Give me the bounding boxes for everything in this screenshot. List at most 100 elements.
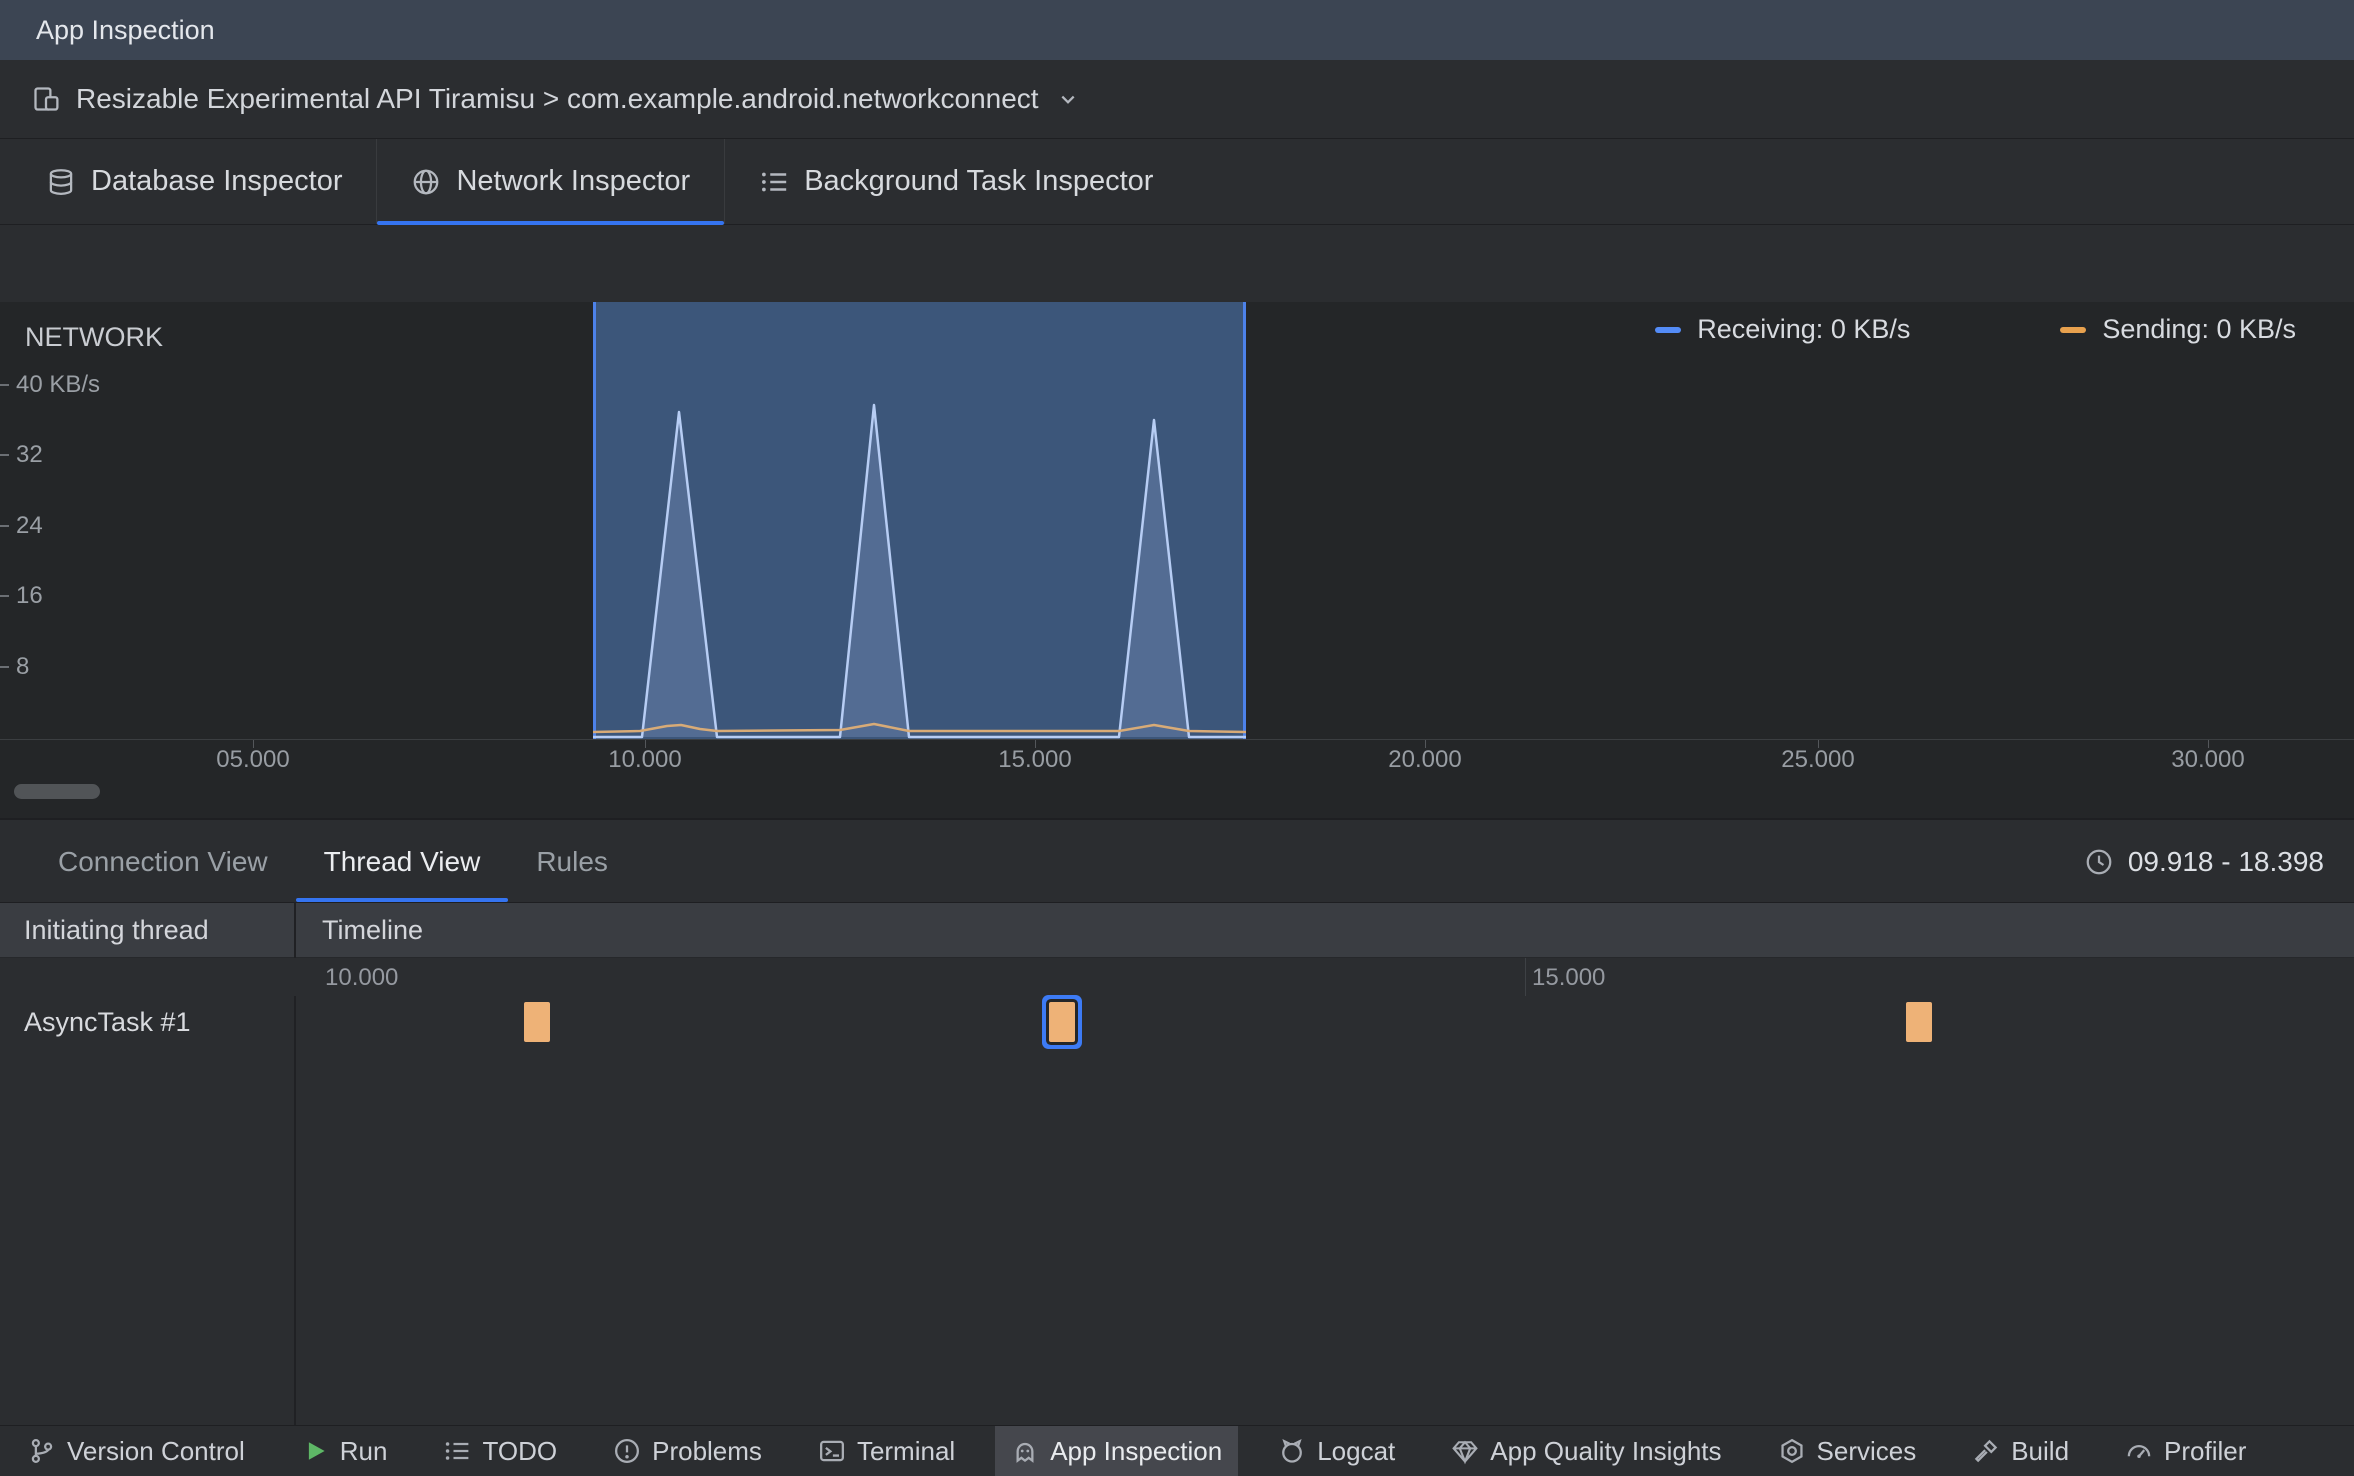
tab-rules[interactable]: Rules <box>508 822 636 902</box>
thread-row-asynctask-1: AsyncTask #1 <box>0 996 2354 1048</box>
inspector-tab-bar: Database Inspector Network Inspector Bac… <box>0 139 2354 225</box>
tool-window-bar: Version Control Run TODO Problems Termin… <box>0 1425 2354 1476</box>
tool-window-button-terminal[interactable]: Terminal <box>802 1426 971 1476</box>
tool-window-label: Build <box>2011 1435 2070 1466</box>
y-tick <box>0 454 9 456</box>
tool-window-button-problems[interactable]: Problems <box>597 1426 778 1476</box>
tab-label: Database Inspector <box>91 165 343 197</box>
tab-label: Thread View <box>323 846 481 877</box>
branch-icon <box>28 1437 56 1465</box>
logcat-icon <box>1278 1437 1306 1465</box>
tool-window-button-todo[interactable]: TODO <box>427 1426 573 1476</box>
panel-title-label: App Inspection <box>36 14 215 45</box>
network-usage-chart: NETWORK Receiving: 0 KB/s Sending: 0 KB/… <box>0 302 2354 820</box>
panel-title: App Inspection <box>0 0 2354 60</box>
timeline-ruler: 10.000 15.000 <box>0 958 2354 996</box>
ruler-tick-label: 15.000 <box>1532 964 1606 991</box>
tool-window-label: Version Control <box>67 1435 245 1466</box>
tool-window-button-version-control[interactable]: Version Control <box>12 1426 261 1476</box>
y-tick <box>0 525 9 527</box>
tab-database-inspector[interactable]: Database Inspector <box>12 139 376 224</box>
app-inspection-window: App Inspection Resizable Experimental AP… <box>0 0 2354 1476</box>
legend-receiving: Receiving: 0 KB/s <box>1655 314 1910 345</box>
y-tick <box>0 666 9 668</box>
ruler-tick-label: 10.000 <box>325 964 399 991</box>
tab-background-task-inspector[interactable]: Background Task Inspector <box>724 139 1187 224</box>
tool-window-button-app-inspection[interactable]: App Inspection <box>995 1426 1239 1476</box>
globe-icon <box>411 167 441 197</box>
process-selector-label: Resizable Experimental API Tiramisu > co… <box>76 83 1039 114</box>
tab-label: Network Inspector <box>456 165 691 197</box>
x-tick-label: 15.000 <box>998 746 1072 773</box>
tab-label: Connection View <box>58 846 268 877</box>
y-tick-label: 8 <box>16 653 30 680</box>
clock-icon <box>2084 847 2114 877</box>
tool-window-label: App Quality Insights <box>1490 1435 1722 1466</box>
network-request-event[interactable] <box>1906 1002 1932 1042</box>
network-request-event-selected[interactable] <box>1049 1002 1075 1042</box>
terminal-icon <box>818 1437 846 1465</box>
tab-thread-view[interactable]: Thread View <box>295 822 509 902</box>
tool-window-button-app-quality-insights[interactable]: App Quality Insights <box>1435 1426 1737 1476</box>
chart-horizontal-scrollbar[interactable] <box>14 784 100 799</box>
y-tick-label: 24 <box>16 512 43 539</box>
tool-window-button-logcat[interactable]: Logcat <box>1262 1426 1411 1476</box>
x-tick-label: 25.000 <box>1781 746 1855 773</box>
selected-time-range: 09.918 - 18.398 <box>2084 822 2324 902</box>
y-tick <box>0 384 9 386</box>
run-icon <box>301 1437 329 1465</box>
x-tick-label: 05.000 <box>216 746 290 773</box>
x-tick-label: 30.000 <box>2171 746 2245 773</box>
tool-window-label: Run <box>339 1435 388 1466</box>
database-icon <box>46 167 76 197</box>
column-timeline: Timeline <box>322 914 424 945</box>
tool-window-label: App Inspection <box>1050 1435 1223 1466</box>
services-icon <box>1778 1437 1806 1465</box>
thread-name: AsyncTask #1 <box>24 1007 191 1037</box>
todo-icon <box>443 1437 471 1465</box>
gem-icon <box>1451 1437 1479 1465</box>
process-selector[interactable]: Resizable Experimental API Tiramisu > co… <box>0 60 2354 139</box>
thread-table-header: Initiating thread Timeline <box>0 902 2354 958</box>
x-axis-line <box>0 739 2354 740</box>
build-icon <box>1972 1437 2000 1465</box>
x-tick-label: 20.000 <box>1388 746 1462 773</box>
toolbar-strip <box>0 226 2354 302</box>
sending-swatch-icon <box>2060 326 2087 333</box>
profiler-icon <box>2125 1437 2153 1465</box>
chart-title: NETWORK <box>25 322 163 352</box>
chart-legend: Receiving: 0 KB/s Sending: 0 KB/s <box>1655 314 2296 345</box>
tool-window-button-profiler[interactable]: Profiler <box>2109 1426 2262 1476</box>
tool-window-button-run[interactable]: Run <box>285 1426 404 1476</box>
legend-sending-label: Sending: 0 KB/s <box>2102 314 2296 344</box>
tab-network-inspector[interactable]: Network Inspector <box>376 139 724 225</box>
tool-window-label: TODO <box>482 1435 558 1466</box>
tool-window-label: Profiler <box>2164 1435 2247 1466</box>
network-request-event[interactable] <box>524 1002 550 1042</box>
chevron-down-icon[interactable] <box>1055 86 1081 112</box>
tool-window-label: Services <box>1816 1435 1917 1466</box>
legend-sending: Sending: 0 KB/s <box>2060 314 2296 345</box>
tab-label: Background Task Inspector <box>804 165 1154 197</box>
y-tick <box>0 595 9 597</box>
device-icon <box>32 85 60 113</box>
x-tick-label: 10.000 <box>608 746 682 773</box>
tool-window-label: Terminal <box>856 1435 956 1466</box>
app-inspection-icon <box>1011 1437 1039 1465</box>
tab-connection-view[interactable]: Connection View <box>30 822 296 902</box>
tool-window-label: Logcat <box>1317 1435 1396 1466</box>
legend-receiving-label: Receiving: 0 KB/s <box>1697 314 1911 344</box>
checklist-icon <box>759 167 789 197</box>
y-tick-label: 16 <box>16 582 43 609</box>
network-traffic-series <box>592 403 1247 739</box>
y-tick-label: 32 <box>16 441 43 468</box>
tool-window-button-services[interactable]: Services <box>1762 1426 1933 1476</box>
problems-icon <box>613 1437 641 1465</box>
detail-tab-bar: Connection View Thread View Rules 09.918… <box>0 822 2354 902</box>
tab-label: Rules <box>536 846 608 877</box>
y-tick-label: 40 KB/s <box>16 371 101 398</box>
time-range-label: 09.918 - 18.398 <box>2127 846 2324 877</box>
tool-window-label: Problems <box>652 1435 762 1466</box>
tool-window-button-build[interactable]: Build <box>1956 1426 2085 1476</box>
ruler-gridline <box>1525 958 1526 996</box>
